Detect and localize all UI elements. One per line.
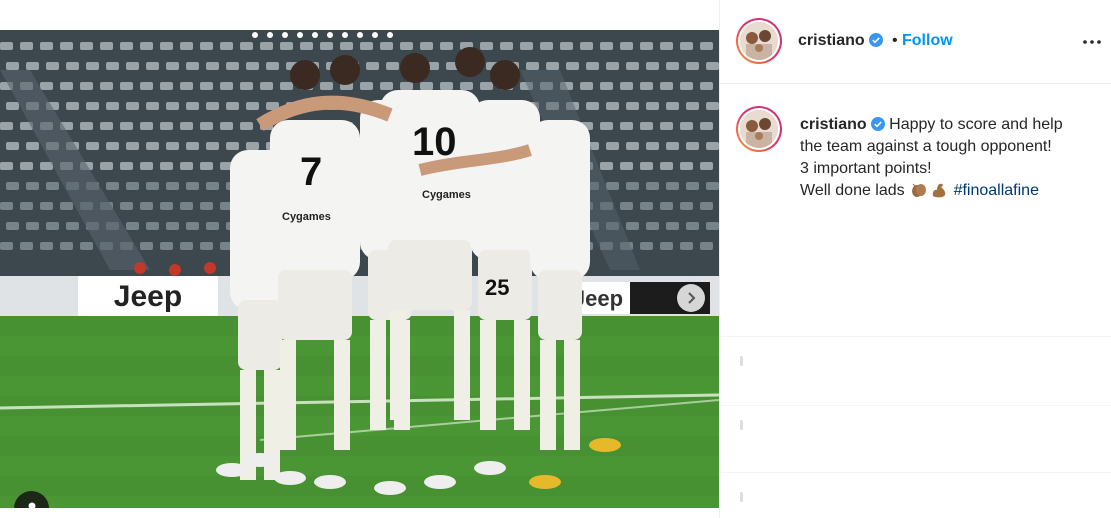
sign-left-text: Jeep	[114, 280, 182, 313]
hashtag-link[interactable]: #finoallafine	[954, 182, 1039, 199]
comment-divider-2	[720, 405, 1111, 406]
comment-divider-1	[720, 336, 1111, 337]
jersey-number-7: 7	[300, 150, 322, 194]
bottom-spacer	[0, 508, 719, 518]
verified-badge-icon	[868, 33, 883, 47]
comment-placeholder-2	[740, 420, 743, 430]
avatar-image	[740, 22, 778, 60]
caption-line-4: Well done lads	[800, 182, 905, 199]
jersey-number-10: 10	[412, 120, 457, 164]
follow-button[interactable]: Follow	[902, 32, 953, 50]
comment-placeholder-1	[740, 356, 743, 366]
header-username-text[interactable]: cristiano	[798, 32, 865, 49]
separator-dot: •	[892, 32, 898, 49]
post-side-panel: cristiano • Follow cristiano Happy to sc…	[719, 0, 1111, 518]
comment-placeholder-3	[740, 492, 743, 502]
chevron-right-icon	[688, 292, 696, 304]
post-photo[interactable]: Jeep Jeep 7 10 25 Cygames Cygames	[0, 30, 719, 508]
top-spacer	[0, 0, 719, 30]
post-photo-canvas: Jeep Jeep 7 10 25 Cygames Cygames	[0, 30, 719, 508]
caption-avatar-image	[740, 110, 778, 148]
header-username[interactable]: cristiano	[798, 32, 883, 50]
caption-username[interactable]: cristiano	[800, 116, 885, 133]
avatar[interactable]	[736, 18, 782, 64]
jersey-number-25: 25	[485, 275, 509, 300]
post-caption: cristiano Happy to score and help the te…	[800, 114, 1100, 202]
more-options-icon[interactable]	[1080, 30, 1104, 54]
flexed-biceps-emoji	[932, 183, 946, 198]
clapping-hands-emoji	[912, 183, 927, 197]
caption-line-1: Happy to score and help	[889, 116, 1063, 133]
user-tag-icon	[28, 502, 35, 508]
caption-line-2: the team against a tough opponent!	[800, 138, 1052, 155]
next-image-button[interactable]	[677, 284, 705, 312]
post-header: cristiano • Follow	[720, 0, 1111, 84]
comment-divider-3	[720, 472, 1111, 473]
sponsor-text-2: Cygames	[422, 189, 471, 201]
caption-avatar[interactable]	[736, 106, 782, 152]
caption-username-text[interactable]: cristiano	[800, 116, 867, 133]
sponsor-text-1: Cygames	[282, 211, 331, 223]
caption-line-3: 3 important points!	[800, 160, 932, 177]
verified-badge-icon	[870, 117, 885, 131]
